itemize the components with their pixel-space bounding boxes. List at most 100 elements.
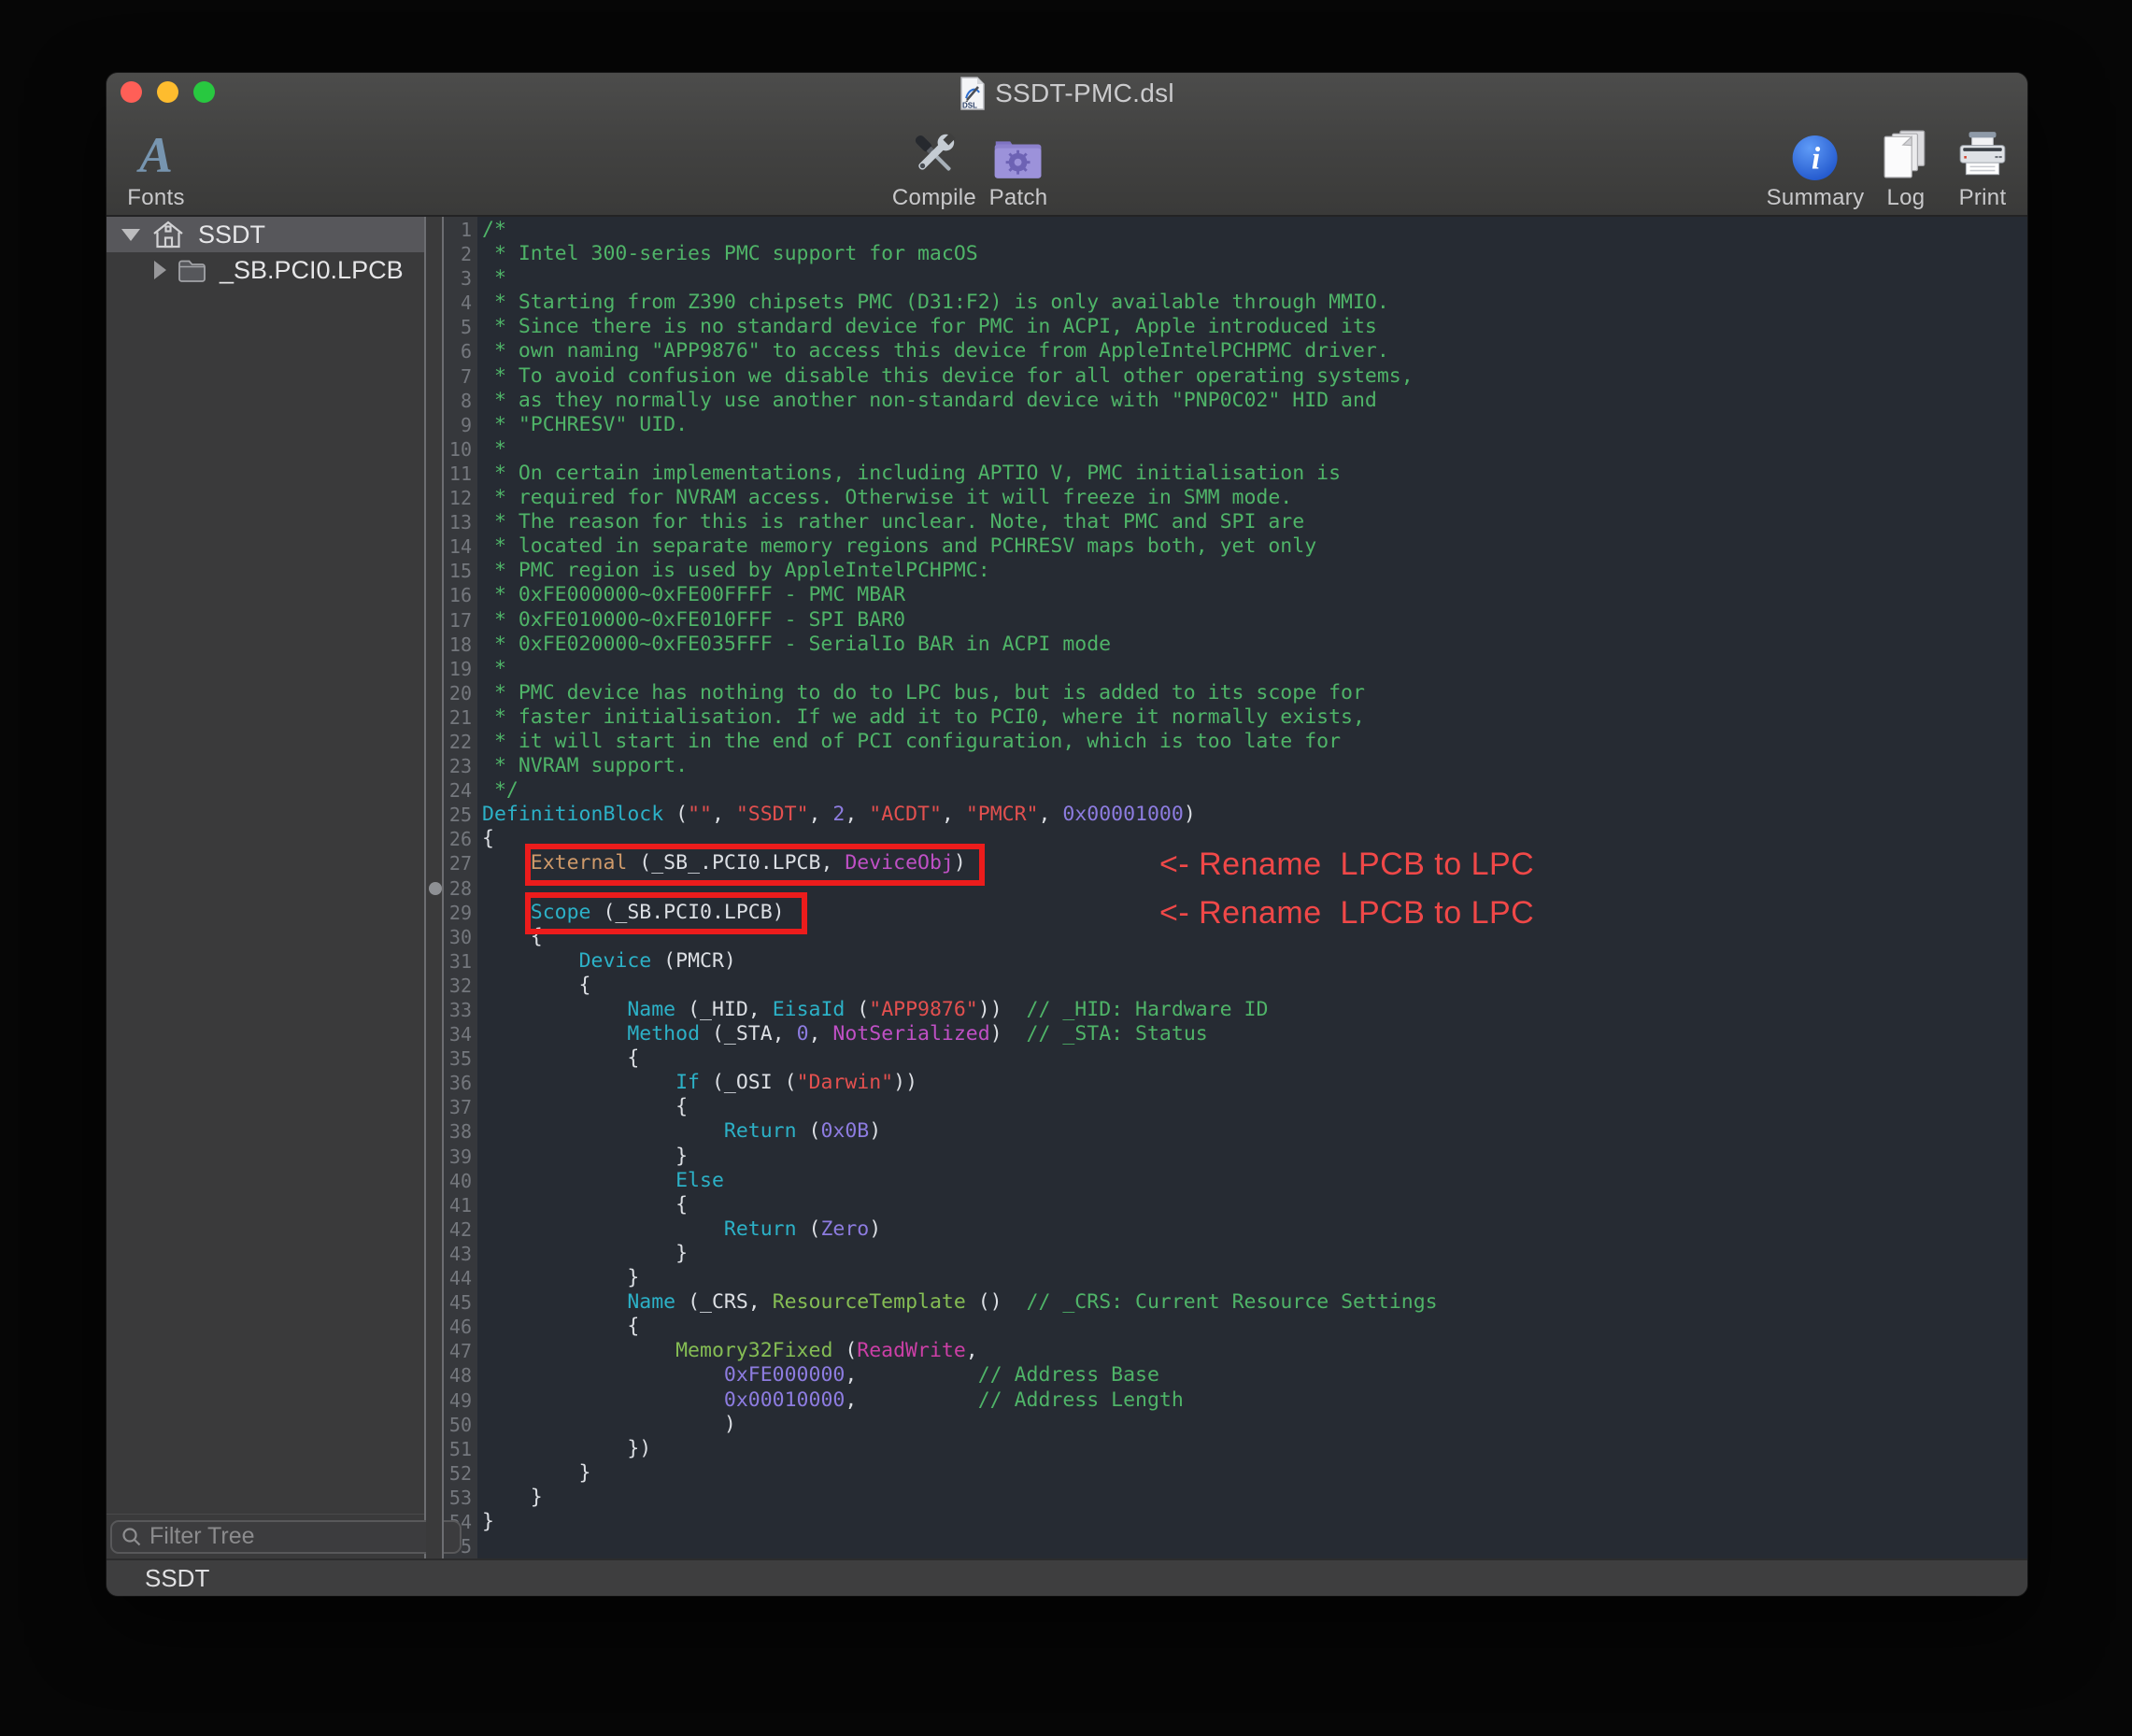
summary-button[interactable]: i Summary [1767,125,1865,211]
code-line: Name (_CRS, ResourceTemplate () // _CRS:… [482,1290,2027,1315]
code-token: "Darwin" [797,1071,894,1094]
code-line: { [482,1046,2027,1071]
code-token: * NVRAM support. [482,754,688,777]
line-number: 40 [444,1169,477,1193]
filter-tree-input[interactable] [149,1523,450,1550]
code-line: * PMC region is used by AppleIntelPCHPMC… [482,559,2027,583]
code-token [482,851,531,875]
code-token: (_CRS, [675,1290,773,1314]
line-number: 10 [444,437,477,462]
code-line: 0xFE000000, // Address Base [482,1363,2027,1387]
line-number: 43 [444,1242,477,1266]
code-token: Memory32Fixed [675,1339,832,1362]
patch-button[interactable]: Patch [989,125,1048,211]
code-token: 0x0B [820,1119,869,1143]
fonts-button[interactable]: A Fonts [127,125,185,211]
code-token: ResourceTemplate [773,1290,966,1314]
code-token: ) [869,1217,881,1241]
code-token: * To avoid confusion we disable this dev… [482,364,1414,388]
log-button[interactable]: Log [1881,125,1931,211]
app-window: DSL SSDT-PMC.dsl A Fonts [107,73,2027,1596]
code-line: { [482,974,2027,998]
code-token: ( [845,998,869,1021]
code-line: } [482,1266,2027,1290]
code-token: * "PCHRESV" UID. [482,413,688,436]
line-number: 41 [444,1193,477,1217]
code-token: "" [688,803,712,826]
tree-item-label: _SB.PCI0.LPCB [220,256,404,285]
folder-icon [178,259,206,282]
code-line: If (_OSI ("Darwin")) [482,1071,2027,1095]
code-token: Device [579,949,652,973]
toolbar: A Fonts [107,114,2027,217]
code-token: // _STA: Status [1027,1022,1208,1046]
line-number: 36 [444,1071,477,1095]
line-number: 42 [444,1217,477,1242]
code-token: } [482,1145,688,1168]
code-lines: /* * Intel 300-series PMC support for ma… [477,217,2027,1558]
line-number: 47 [444,1339,477,1363]
code-token: // _CRS: Current Resource Settings [1027,1290,1438,1314]
document-icon[interactable]: DSL [959,77,986,110]
code-token [482,1363,724,1387]
line-number: 49 [444,1388,477,1413]
code-token: { [482,1315,639,1338]
disclosure-expanded-icon[interactable] [121,229,140,241]
code-token: 0 [797,1022,809,1046]
code-line: * Since there is no standard device for … [482,315,2027,339]
fonts-icon: A [139,129,173,181]
code-token [482,1071,675,1094]
code-line: * Starting from Z390 chipsets PMC (D31:F… [482,291,2027,315]
code-token: ( [797,1119,821,1143]
print-label: Print [1959,185,2007,211]
line-number: 11 [444,462,477,486]
line-number: 52 [444,1461,477,1486]
code-token: * The reason for this is rather unclear.… [482,510,1304,534]
titlebar[interactable]: DSL SSDT-PMC.dsl [107,73,2027,114]
code-token: { [482,1046,639,1070]
code-token: ) [990,1022,1027,1046]
line-number: 35 [444,1046,477,1071]
code-line: ) [482,1413,2027,1437]
patch-label: Patch [989,185,1048,211]
line-number: 51 [444,1437,477,1461]
svg-text:i: i [1812,141,1821,176]
window-title: SSDT-PMC.dsl [995,78,1174,108]
code-token: )) [978,998,1027,1021]
compile-button[interactable]: Compile [892,125,976,211]
line-number: 31 [444,949,477,974]
disclosure-collapsed-icon[interactable] [154,261,166,279]
code-token: "ACDT" [869,803,942,826]
code-token: // _HID: Hardware ID [1027,998,1269,1021]
code-token: Zero [820,1217,869,1241]
tree-item-ssdt[interactable]: SSDT [107,217,424,252]
line-number: 50 [444,1413,477,1437]
code-token: "SSDT" [736,803,809,826]
code-line: * On certain implementations, including … [482,462,2027,486]
main-area: SSDT _SB.PCI0.LPCB [107,217,2027,1558]
code-line: Method (_STA, 0, NotSerialized) // _STA:… [482,1022,2027,1046]
line-number: 13 [444,510,477,534]
highlight-box [525,892,807,934]
code-line: }) [482,1437,2027,1461]
patch-icon [991,135,1045,181]
summary-icon: i [1792,135,1839,181]
tree-item-lpcb[interactable]: _SB.PCI0.LPCB [107,252,424,288]
code-line: Return (Zero) [482,1217,2027,1242]
code-token: ReadWrite [857,1339,966,1362]
code-token: * as they normally use another non-stand… [482,389,1377,412]
line-number: 7 [444,364,477,389]
code-token: * Starting from Z390 chipsets PMC (D31:F… [482,291,1389,314]
highlight-box [525,844,985,886]
code-token: ( [832,1339,857,1362]
print-button[interactable]: Print [1955,125,2010,211]
code-token: } [482,1510,494,1533]
line-number: 14 [444,534,477,559]
filter-tree-field[interactable] [110,1520,462,1554]
code-editor[interactable]: /* * Intel 300-series PMC support for ma… [477,217,2027,1558]
code-line: * To avoid confusion we disable this dev… [482,364,2027,389]
code-token: * faster initialisation. If we add it to… [482,705,1365,729]
code-token: Name [627,998,675,1021]
sidebar-tree: SSDT _SB.PCI0.LPCB [107,217,426,1558]
gutter-marker-strip[interactable] [426,217,444,1558]
